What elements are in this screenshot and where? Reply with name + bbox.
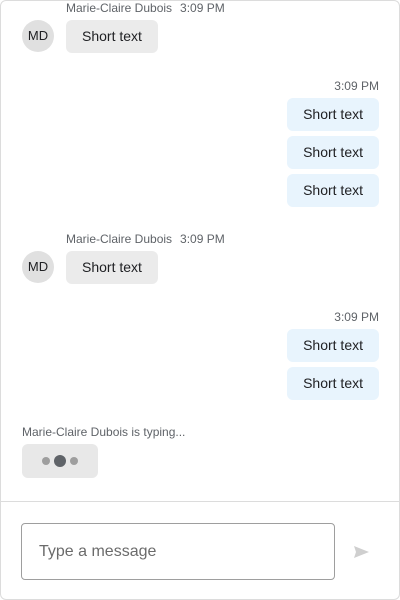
message-bubble-outgoing: Short text [287,136,379,169]
message-bubble-incoming: Short text [66,251,158,284]
message-time: 3:09 PM [334,310,379,324]
typing-dot [54,455,66,467]
sender-name: Marie-Claire Dubois [66,232,173,246]
message-composer [1,501,399,599]
avatar: MD [22,251,54,283]
message-list[interactable]: Marie-Claire Dubois 3:09 PM MD Short text… [1,1,399,501]
message-bubble-outgoing: Short text [287,329,379,362]
message-time: 3:09 PM [180,232,225,246]
chat-window: Marie-Claire Dubois 3:09 PM MD Short text… [0,0,400,600]
send-icon [354,546,369,558]
message-meta: Marie-Claire Dubois 3:09 PM [66,1,225,15]
send-button[interactable] [347,538,375,566]
typing-dot [42,457,50,465]
message-bubble-outgoing: Short text [287,367,379,400]
typing-indicator [22,444,98,478]
typing-dot [70,457,78,465]
typing-indicator-label: Marie-Claire Dubois is typing... [22,425,186,439]
sender-name: Marie-Claire Dubois [66,1,173,15]
avatar: MD [22,20,54,52]
message-time: 3:09 PM [334,79,379,93]
message-bubble-incoming: Short text [66,20,158,53]
message-meta: Marie-Claire Dubois 3:09 PM [66,232,225,246]
message-bubble-outgoing: Short text [287,174,379,207]
message-time: 3:09 PM [180,1,225,15]
message-bubble-outgoing: Short text [287,98,379,131]
message-input[interactable] [21,523,335,580]
